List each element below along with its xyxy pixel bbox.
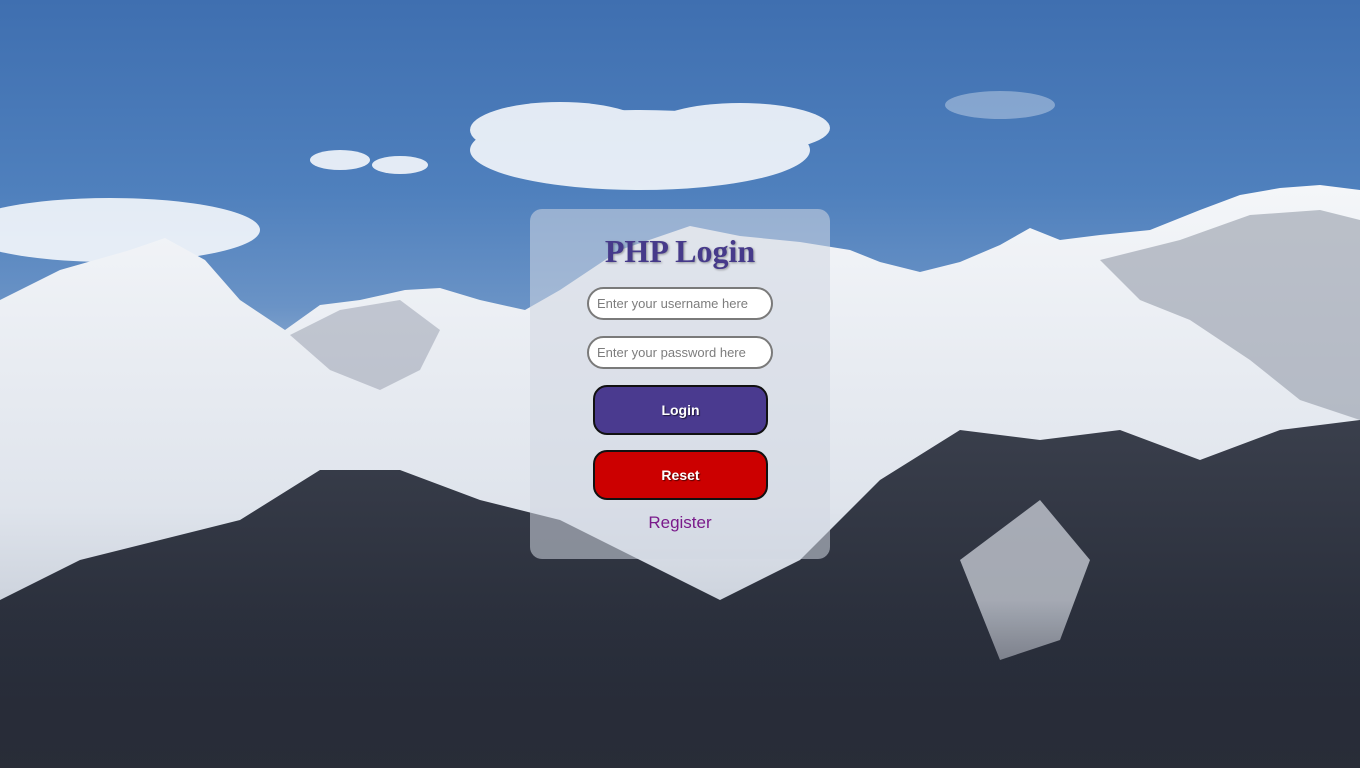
- reset-button[interactable]: Reset: [593, 450, 768, 500]
- page-title: PHP Login: [604, 233, 756, 269]
- username-input[interactable]: [587, 287, 773, 320]
- register-link[interactable]: Register: [530, 513, 830, 533]
- password-input[interactable]: [587, 336, 773, 369]
- valley-haze: [0, 600, 1360, 768]
- login-button[interactable]: Login: [593, 385, 768, 435]
